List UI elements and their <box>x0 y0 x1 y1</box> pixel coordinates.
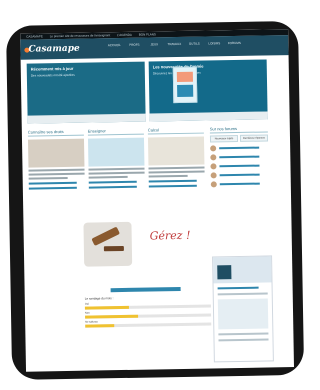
logo[interactable]: Casamape <box>28 44 79 55</box>
text-line <box>148 174 188 178</box>
column-image <box>27 138 85 168</box>
text-line <box>217 292 268 296</box>
text-line <box>148 166 205 170</box>
avatar <box>210 145 217 152</box>
column-image <box>87 137 145 167</box>
nav-item[interactable]: PROFS <box>126 43 142 47</box>
forum-sidebar: Sur nos forums Nouveaux sujets Dernières… <box>209 125 269 188</box>
text-line <box>28 172 85 176</box>
avatar <box>210 154 217 161</box>
avatar <box>210 181 217 188</box>
book-cover-image <box>172 66 198 104</box>
column-link[interactable] <box>28 186 77 190</box>
tablet-screen: CASAMAPE Le premier site de ressources d… <box>20 29 294 372</box>
text-line <box>148 170 205 174</box>
banner-bottom-bar <box>27 113 146 124</box>
text-line <box>28 168 85 172</box>
poll-fill <box>85 324 115 328</box>
column-title: Enseigner <box>87 127 144 136</box>
text-line <box>218 332 269 336</box>
poll-question: Le sondage du mois : <box>84 296 114 301</box>
banner-updates[interactable]: Récemment mis à jour Des nouveautés ont … <box>26 61 146 124</box>
column-title: Calcul <box>147 126 204 135</box>
avatar <box>210 172 217 179</box>
text-line <box>88 171 145 175</box>
tablet-frame: CASAMAPE Le premier site de ressources d… <box>6 20 305 380</box>
text-line <box>88 167 145 171</box>
promo-block: Gérez ! <box>83 220 210 293</box>
column-calc: Calcul <box>147 126 205 188</box>
social-widget <box>212 255 274 363</box>
column-link[interactable] <box>148 184 197 188</box>
column-title: Connaître ses droits <box>27 128 84 137</box>
text-line <box>28 176 68 180</box>
gavel-image <box>83 221 133 267</box>
tab-latest-replies[interactable]: Dernières réponses <box>239 134 269 142</box>
banner-subtitle: Découvrez les dernières ressources <box>152 71 201 76</box>
poll: Le sondage du mois : Oui Non Ne sait pas <box>84 294 212 328</box>
forum-topic[interactable] <box>210 171 269 179</box>
post-image <box>217 298 269 330</box>
nav-item[interactable]: OUTILS <box>186 42 202 46</box>
nav-item[interactable]: TRAVAUX <box>166 42 182 46</box>
poll-fill <box>84 305 130 310</box>
promo-headline: Gérez ! <box>149 228 191 243</box>
forum-topic[interactable] <box>210 180 269 188</box>
column-teaching: Enseigner <box>87 127 145 189</box>
text-line <box>218 338 269 342</box>
banner-subtitle: Des nouveautés ont été ajoutées <box>30 72 75 78</box>
column-link[interactable] <box>28 181 77 185</box>
nav-item[interactable]: ACCUEIL <box>106 43 122 47</box>
banner-bottom-bar <box>149 111 268 122</box>
column-link[interactable] <box>88 185 137 189</box>
avatar <box>210 163 217 170</box>
promo-link[interactable] <box>110 286 181 293</box>
banner-new[interactable]: Les nouveautés de l'année Découvrez les … <box>148 59 268 122</box>
nav-item[interactable]: FORUMS <box>226 41 242 45</box>
tab-new-topics[interactable]: Nouveaux sujets <box>209 134 239 143</box>
forum-topic[interactable] <box>210 144 268 152</box>
column-image <box>147 136 205 166</box>
sidebar-title: Sur nos forums <box>209 125 268 134</box>
text-line <box>88 175 128 179</box>
main-nav: Casamape ACCUEIL PROFS JEUX TRAVAUX OUTI… <box>20 35 289 60</box>
column-link[interactable] <box>88 180 137 184</box>
nav-item[interactable]: JEUX <box>146 42 162 46</box>
banner-title: Récemment mis à jour <box>30 65 74 72</box>
nav-item[interactable]: LOISIRS <box>206 41 222 45</box>
brand-avatar <box>217 265 232 280</box>
poll-fill <box>85 314 139 319</box>
forum-topic[interactable] <box>210 162 268 170</box>
column-link[interactable] <box>148 179 197 183</box>
forum-topic[interactable] <box>210 153 268 161</box>
social-brand-link[interactable] <box>217 286 259 290</box>
column-rights: Connaître ses droits <box>27 128 85 190</box>
